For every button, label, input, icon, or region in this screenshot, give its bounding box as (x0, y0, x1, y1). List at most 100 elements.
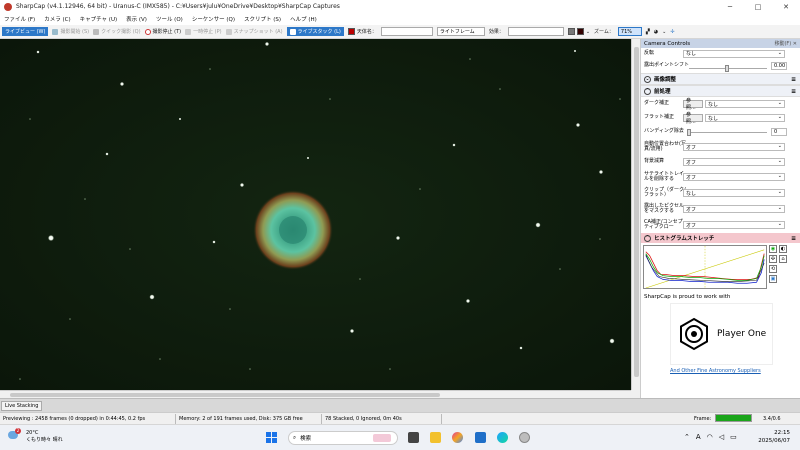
preprocess-section[interactable]: ⌃ 前処理 ≡ (641, 85, 800, 97)
hamburger-menu-icon[interactable]: ≡ (791, 76, 796, 83)
status-bar: Previewing : 2458 frames (0 dropped) in … (0, 412, 800, 424)
clip-select[interactable]: なし (683, 189, 785, 197)
task-view-icon[interactable] (408, 432, 419, 443)
effect-select[interactable] (507, 27, 564, 36)
flip-select[interactable]: なし (683, 49, 785, 58)
pin-icon[interactable]: ⌄ (662, 29, 666, 35)
hamburger-menu-icon[interactable]: ≡ (791, 235, 796, 242)
hamburger-menu-icon[interactable]: ≡ (791, 88, 796, 95)
histogram-section-header[interactable]: ⌃ ヒストグラムストレッチ ≡ (641, 233, 800, 243)
search-icon: ⌕ (293, 434, 297, 441)
target-name-select[interactable] (380, 27, 433, 36)
windows-taskbar: 2 20°C くもり時々 晴れ ⌕ 検索 ⌃ A ◠ ◁ ▭ 22:15 202… (0, 424, 800, 450)
windows-start-icon[interactable] (266, 432, 277, 443)
menu-file[interactable]: ファイル (F) (4, 15, 35, 23)
file-explorer-icon[interactable] (430, 432, 441, 443)
battery-icon[interactable]: ▭ (730, 433, 737, 441)
tab-live-stacking[interactable]: Live Stacking (1, 401, 43, 411)
wifi-icon[interactable]: ◠ (707, 433, 713, 441)
ime-indicator[interactable]: A (696, 433, 701, 441)
banding-input[interactable]: 0 (771, 128, 787, 136)
speaker-icon[interactable]: ◁ (719, 433, 724, 441)
live-stack-button[interactable]: ライブスタック (L) (286, 27, 344, 36)
quick-capture-button[interactable]: クイック撮影 (Q) (93, 28, 141, 35)
histogram-color-icon[interactable]: ◉ (769, 245, 777, 253)
snapshot-button[interactable]: スナップショット (A) (225, 28, 283, 35)
satellite-select[interactable]: オフ (683, 173, 785, 181)
menu-bar: ファイル (F) カメラ (C) キャプチャ (U) 表示 (V) ツール (O… (0, 13, 800, 25)
sharpcap-taskbar-icon[interactable] (519, 432, 530, 443)
menu-help[interactable]: ヘルプ (H) (290, 15, 317, 23)
hot-pixel-select[interactable]: オフ (683, 205, 785, 213)
live-image-view[interactable] (0, 39, 631, 390)
float-button[interactable]: 移動(F) ✕ (774, 40, 797, 47)
black-point-input[interactable]: 0.00 (771, 62, 787, 70)
weather-badge: 2 (15, 427, 21, 434)
histogram-tool-icon[interactable]: ▞ (646, 29, 650, 35)
flat-browse-button[interactable]: 参照... (683, 112, 703, 125)
horizontal-scroll-thumb[interactable] (10, 393, 440, 397)
close-button[interactable]: ✕ (772, 0, 800, 13)
frame-progress-fill (716, 415, 751, 421)
black-point-slider-knob[interactable] (725, 65, 729, 72)
menu-tools[interactable]: ツール (O) (156, 15, 183, 23)
flat-row: フラット補正 参照... なし (641, 111, 800, 125)
color-picker-icon[interactable]: ◕ (654, 29, 658, 35)
histogram-chart[interactable] (643, 245, 767, 289)
dark-select[interactable]: なし (705, 100, 785, 108)
menu-camera[interactable]: カメラ (C) (44, 15, 70, 23)
banding-slider[interactable] (687, 129, 767, 136)
black-point-slider[interactable] (689, 65, 767, 72)
background-sub-select[interactable]: オフ (683, 158, 785, 166)
chevron-up-icon[interactable]: ⌃ (684, 433, 690, 441)
menu-scripting[interactable]: スクリプト (S) (244, 15, 281, 23)
system-tray: ⌃ A ◠ ◁ ▭ (684, 433, 737, 441)
vertical-scroll-thumb[interactable] (634, 47, 639, 377)
image-adjust-section[interactable]: ⌄ 画像調整 ≡ (641, 73, 800, 85)
weather-widget[interactable]: 2 20°C くもり時々 晴れ (8, 427, 63, 443)
satellite-row: サテライトトレイルを削除する オフ (641, 169, 800, 185)
edge-icon[interactable] (497, 432, 508, 443)
histogram-stretch-icon[interactable]: ✣ (769, 255, 777, 263)
ca-select[interactable]: オフ (683, 221, 785, 229)
histogram-save-icon[interactable]: ▣ (769, 275, 777, 283)
taskbar-search[interactable]: ⌕ 検索 (288, 431, 398, 445)
menu-capture[interactable]: キャプチャ (U) (80, 15, 118, 23)
frame-type-select[interactable]: ライトフレーム (436, 27, 485, 36)
zoom-select[interactable]: 71% (617, 27, 642, 36)
histogram-mono-icon[interactable]: ◐ (779, 245, 787, 253)
grey-swatch-icon[interactable] (567, 28, 575, 35)
float-label: 移動(F) (774, 41, 792, 47)
maximize-button[interactable]: □ (744, 0, 772, 13)
menu-sequencer[interactable]: シーケンサー (Q) (192, 15, 235, 23)
vertical-scrollbar[interactable] (631, 39, 640, 390)
auto-align-select[interactable]: オフ (683, 143, 785, 151)
copilot-icon[interactable] (452, 432, 463, 443)
swatch-dropdown-icon[interactable]: ⌄ (586, 29, 590, 35)
menu-view[interactable]: 表示 (V) (126, 15, 147, 23)
histogram-reset-icon[interactable]: ⟲ (769, 265, 777, 273)
nebula-image (0, 39, 631, 390)
dark-browse-button[interactable]: 参照... (683, 98, 703, 111)
dark-swatch-icon[interactable] (576, 28, 584, 35)
flat-select[interactable]: なし (705, 114, 785, 122)
suppliers-link[interactable]: And Other Fine Astronomy Suppliers (670, 368, 761, 374)
frame-time: 3.4/0.6 (763, 415, 781, 422)
start-capture-button[interactable]: 撮影開始 (S) (52, 28, 89, 35)
stop-capture-button[interactable]: 撮影停止 (T) (144, 28, 181, 35)
zoom-label: ズーム： (594, 29, 614, 35)
collapse-icon: ⌄ (644, 75, 651, 83)
horizontal-scrollbar[interactable] (0, 390, 631, 398)
minimize-button[interactable]: ─ (716, 0, 744, 13)
store-icon[interactable] (475, 432, 486, 443)
histogram-log-icon[interactable]: ⌂ (779, 255, 787, 263)
banding-slider-knob[interactable] (687, 129, 691, 136)
red-target-icon[interactable] (347, 28, 355, 35)
refresh-icon[interactable]: ✢ (670, 29, 674, 35)
taskbar-clock[interactable]: 22:15 2025/06/07 (758, 430, 790, 445)
search-placeholder: 検索 (300, 436, 312, 442)
window-controls: ─ □ ✕ (716, 0, 800, 13)
player-one-logo[interactable]: Player One (670, 303, 773, 365)
live-view-button[interactable]: ライブビュー (W) (2, 27, 49, 36)
pause-button[interactable]: 一時停止 (P) (185, 28, 222, 35)
